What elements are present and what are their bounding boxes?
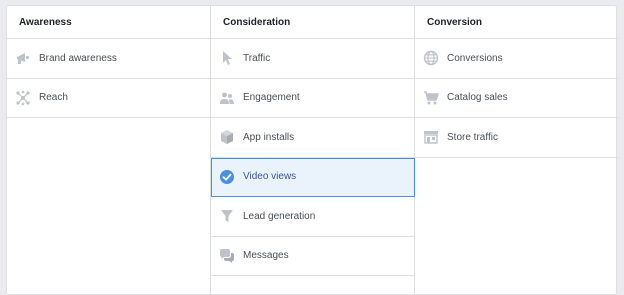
objective-traffic[interactable]: Traffic (211, 39, 415, 79)
globe-icon (423, 50, 439, 66)
objective-label: Store traffic (447, 131, 498, 143)
objective-conversions[interactable]: Conversions (415, 39, 619, 79)
chat-bubbles-icon (219, 248, 235, 264)
objective-brand-awareness[interactable]: Brand awareness (7, 39, 210, 79)
consideration-column: Consideration Traffic Engagement App ins… (210, 6, 415, 294)
check-circle-icon (219, 169, 235, 185)
objective-store-traffic[interactable]: Store traffic (415, 118, 619, 158)
funnel-icon (219, 208, 235, 224)
objective-label: Reach (39, 92, 68, 104)
objective-label: Lead generation (243, 210, 316, 222)
cube-icon (219, 129, 235, 145)
cart-icon (423, 90, 439, 106)
objective-video-views[interactable]: Video views (211, 157, 415, 197)
reach-icon (15, 90, 31, 106)
objective-engagement[interactable]: Engagement (211, 78, 415, 118)
column-header-awareness: Awareness (7, 6, 210, 39)
objective-messages[interactable]: Messages (211, 236, 415, 276)
column-header-conversion: Conversion (415, 6, 619, 39)
objective-label: App installs (243, 131, 295, 143)
objective-panel: Awareness Brand awareness Reach Consider… (6, 5, 619, 295)
objective-label: Messages (243, 250, 289, 262)
objective-label: Brand awareness (39, 52, 117, 64)
megaphone-icon (15, 50, 31, 66)
people-icon (219, 90, 235, 106)
awareness-column: Awareness Brand awareness Reach (7, 6, 210, 294)
objective-lead-generation[interactable]: Lead generation (211, 197, 415, 237)
objective-label: Video views (243, 171, 297, 183)
objective-app-installs[interactable]: App installs (211, 118, 415, 158)
store-icon (423, 129, 439, 145)
conversion-column: Conversion Conversions Catalog sales Sto… (414, 6, 619, 294)
objective-reach[interactable]: Reach (7, 79, 210, 118)
cursor-icon (219, 50, 235, 66)
objective-label: Conversions (447, 52, 503, 64)
objective-label: Traffic (243, 52, 271, 64)
objective-catalog-sales[interactable]: Catalog sales (415, 79, 619, 118)
column-header-consideration: Consideration (211, 6, 415, 39)
objective-label: Engagement (243, 92, 300, 104)
objective-label: Catalog sales (447, 92, 508, 104)
